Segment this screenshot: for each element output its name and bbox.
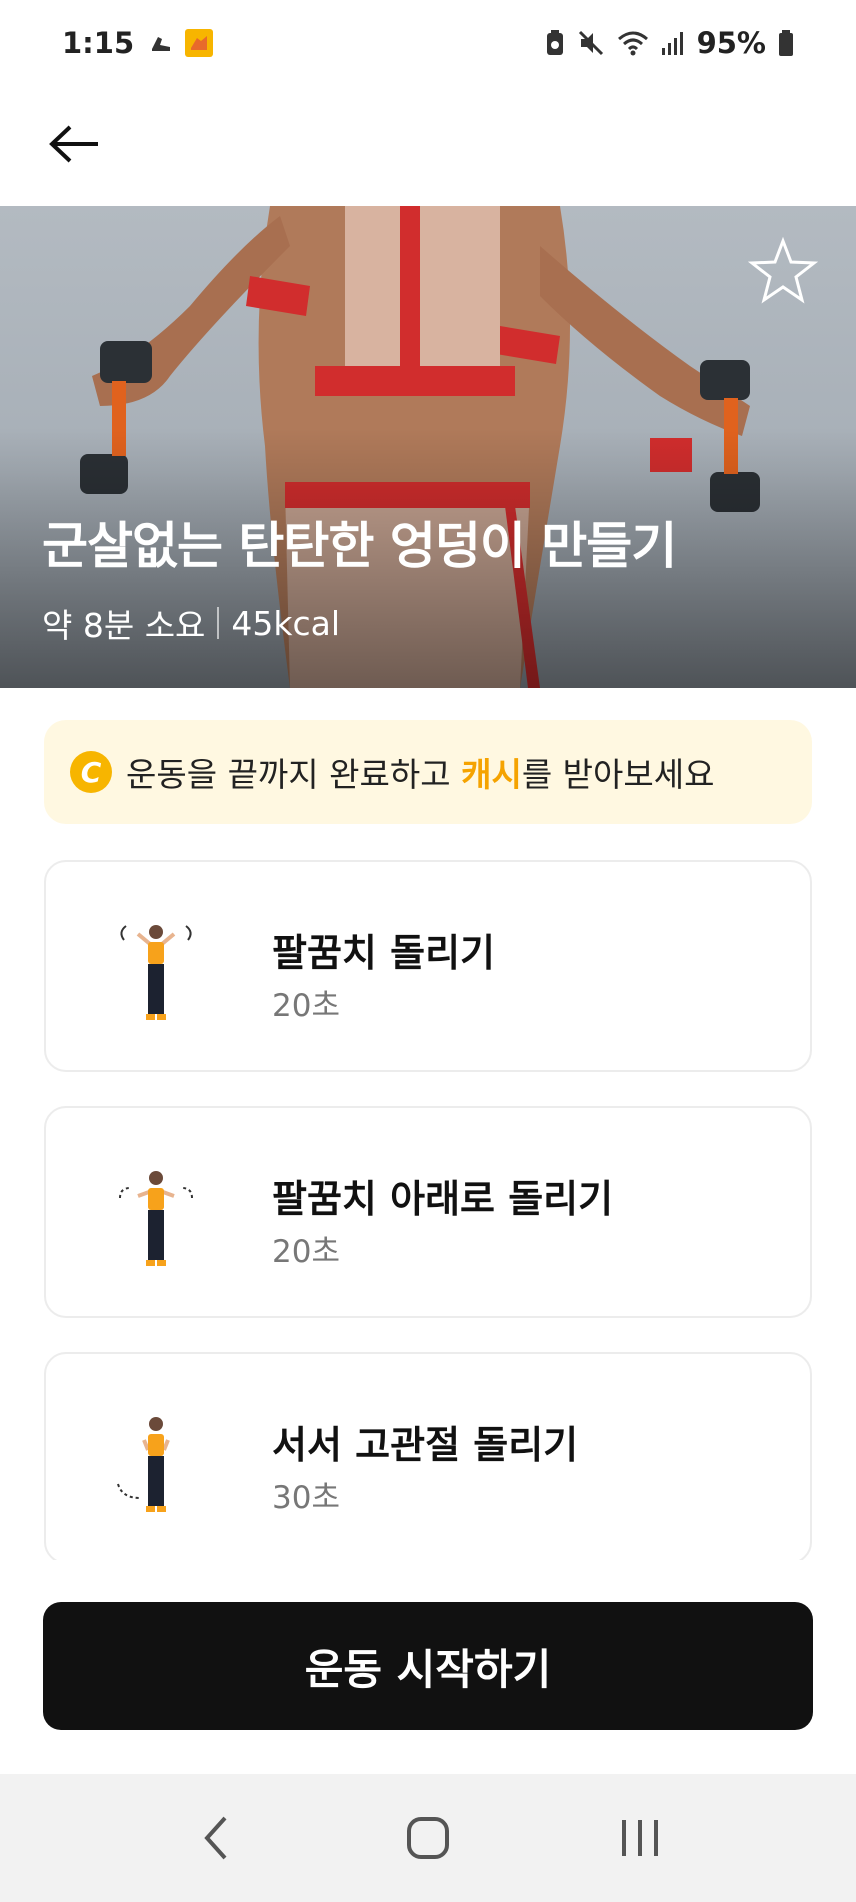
exercise-illustration-icon [117,1417,170,1512]
app-notification-icon [185,29,214,57]
cash-coin-icon: C [70,751,112,793]
status-notification-icons [148,28,214,58]
sneaker-notification-icon [152,37,171,51]
exercise-card[interactable]: 서서 고관절 돌리기 30초 [44,1352,812,1560]
exercise-duration: 30초 [272,1480,340,1516]
battery-percent: 95% [696,26,766,60]
battery-saver-icon [546,30,563,55]
cash-text-before: 운동을 끝까지 완료하고 [126,755,462,794]
cash-highlight: 캐시 [461,755,522,794]
status-right-icons: 95% [545,26,794,60]
nav-back-icon [204,1816,227,1860]
nav-home-button[interactable] [388,1798,468,1878]
wifi-icon [617,31,648,56]
nav-recents-icon [622,1820,658,1856]
exercise-duration: 20초 [272,988,340,1024]
exercise-card[interactable]: 팔꿈치 돌리기 20초 [44,860,812,1072]
exercise-name: 팔꿈치 돌리기 [272,931,495,975]
app-header [0,86,856,206]
favorite-button[interactable] [747,236,819,306]
cash-reward-banner: C 운동을 끝까지 완료하고 캐시를 받아보세요 [44,720,812,824]
arrow-left-icon [49,125,98,163]
exercise-name: 서서 고관절 돌리기 [272,1423,579,1467]
workout-duration: 약 8분 소요 [42,606,206,645]
cash-text-after: 를 받아보세요 [521,755,715,794]
system-nav-bar [0,1774,856,1902]
signal-icon [661,32,683,55]
nav-back-button[interactable] [176,1798,256,1878]
status-time: 1:15 [62,26,135,60]
hero-banner: 군살없는 탄탄한 엉덩이 만들기 약 8분 소요 45kcal [0,206,856,688]
battery-icon [779,30,793,56]
nav-home-icon [407,1817,449,1859]
workout-calories: 45kcal [231,603,341,643]
exercise-illustration-icon [120,925,192,1020]
exercise-duration: 20초 [272,1234,340,1270]
exercise-card[interactable]: 팔꿈치 아래로 돌리기 20초 [44,1106,812,1318]
back-button[interactable] [44,114,104,174]
mute-icon [578,30,603,56]
status-bar: 1:15 95% [0,0,856,86]
start-workout-button[interactable]: 운동 시작하기 [43,1602,813,1730]
cash-banner-text: 운동을 끝까지 완료하고 캐시를 받아보세요 [126,748,714,796]
meta-divider [217,607,220,639]
exercise-list: 팔꿈치 돌리기 20초 팔꿈치 아래로 돌리기 20초 서서 고관절 돌리기 3… [44,860,812,1560]
workout-meta: 약 8분 소요 45kcal [42,599,340,647]
exercise-name: 팔꿈치 아래로 돌리기 [272,1177,614,1221]
nav-recents-button[interactable] [600,1798,680,1878]
star-outline-icon [747,236,819,304]
exercise-illustration-icon [119,1171,193,1266]
workout-title: 군살없는 탄탄한 엉덩이 만들기 [42,517,677,575]
